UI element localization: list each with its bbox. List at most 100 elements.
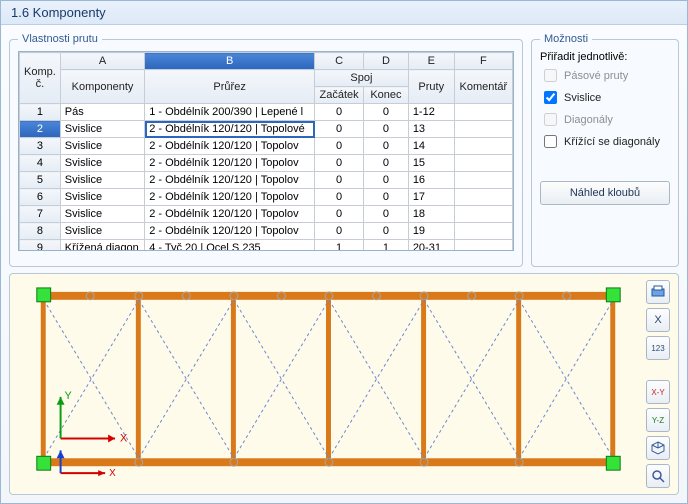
cell[interactable]: 14 (408, 138, 454, 155)
cell[interactable]: Svislice (60, 172, 144, 189)
col-letter-A[interactable]: A (60, 53, 144, 70)
cell[interactable]: Pás (60, 104, 144, 121)
cell[interactable]: 0 (315, 206, 364, 223)
cell[interactable] (454, 155, 512, 172)
row-number[interactable]: 5 (20, 172, 61, 189)
cell[interactable]: Svislice (60, 189, 144, 206)
tool-search-icon[interactable] (646, 464, 670, 488)
col-letter-B[interactable]: B (145, 53, 315, 70)
cell[interactable]: 17 (408, 189, 454, 206)
cell[interactable] (454, 121, 512, 138)
cell[interactable]: 2 - Obdélník 120/120 | Topolové (145, 121, 315, 138)
cell[interactable]: 0 (315, 104, 364, 121)
cell[interactable]: Svislice (60, 155, 144, 172)
cell[interactable] (454, 189, 512, 206)
cell[interactable]: 0 (364, 138, 409, 155)
cell[interactable]: 19 (408, 223, 454, 240)
cell[interactable]: 1 (315, 240, 364, 252)
row-number[interactable]: 9 (20, 240, 61, 252)
table-row[interactable]: 4Svislice2 - Obdélník 120/120 | Topolov0… (20, 155, 513, 172)
table-row[interactable]: 6Svislice2 - Obdélník 120/120 | Topolov0… (20, 189, 513, 206)
components-table[interactable]: Komp.č.ABCDEFKomponentyPrůřezSpojPrutyKo… (18, 51, 514, 251)
cell[interactable] (454, 206, 512, 223)
cell[interactable]: Svislice (60, 223, 144, 240)
cell[interactable]: 1 - Obdélník 200/390 | Lepené l (145, 104, 315, 121)
col-header-pruty[interactable]: Pruty (408, 70, 454, 104)
row-number[interactable]: 4 (20, 155, 61, 172)
cell[interactable]: Svislice (60, 138, 144, 155)
row-number[interactable]: 6 (20, 189, 61, 206)
tool-view-xy-icon[interactable]: X-Y (646, 380, 670, 404)
cell[interactable]: 0 (364, 189, 409, 206)
checkbox-krizici-input[interactable] (544, 135, 557, 148)
cell[interactable]: 0 (364, 104, 409, 121)
cell[interactable]: 0 (315, 121, 364, 138)
table-row[interactable]: 3Svislice2 - Obdélník 120/120 | Topolov0… (20, 138, 513, 155)
cell[interactable]: 2 - Obdélník 120/120 | Topolov (145, 189, 315, 206)
cell[interactable]: 2 - Obdélník 120/120 | Topolov (145, 206, 315, 223)
col-letter-C[interactable]: C (315, 53, 364, 70)
col-header-komponenty[interactable]: Komponenty (60, 70, 144, 104)
col-letter-D[interactable]: D (364, 53, 409, 70)
cell[interactable]: 0 (364, 223, 409, 240)
cell[interactable]: 0 (315, 223, 364, 240)
col-header-spoj[interactable]: Spoj (315, 70, 409, 87)
cell[interactable]: 1-12 (408, 104, 454, 121)
cell[interactable]: 13 (408, 121, 454, 138)
cell[interactable]: 2 - Obdélník 120/120 | Topolov (145, 138, 315, 155)
cell[interactable]: 16 (408, 172, 454, 189)
cell[interactable]: 2 - Obdélník 120/120 | Topolov (145, 172, 315, 189)
cell[interactable]: 2 - Obdélník 120/120 | Topolov (145, 223, 315, 240)
cell[interactable]: 0 (364, 206, 409, 223)
truss-preview[interactable]: X Y X (9, 273, 679, 495)
col-header-zacatek[interactable]: Začátek (315, 87, 364, 104)
row-number[interactable]: 2 (20, 121, 61, 138)
row-number[interactable]: 3 (20, 138, 61, 155)
row-number[interactable]: 7 (20, 206, 61, 223)
cell[interactable]: 1 (364, 240, 409, 252)
tool-print-icon[interactable] (646, 280, 670, 304)
cell[interactable]: 0 (315, 155, 364, 172)
cell[interactable]: 0 (364, 155, 409, 172)
cell[interactable] (454, 138, 512, 155)
cell[interactable]: 4 - Tyč 20 | Ocel S 235 (145, 240, 315, 252)
tool-x-icon[interactable]: X (646, 308, 670, 332)
table-row[interactable]: 9Křížená diagon4 - Tyč 20 | Ocel S 23511… (20, 240, 513, 252)
cell[interactable]: 18 (408, 206, 454, 223)
col-header-komentar[interactable]: Komentář (454, 70, 512, 104)
table-row[interactable]: 5Svislice2 - Obdélník 120/120 | Topolov0… (20, 172, 513, 189)
table-row[interactable]: 7Svislice2 - Obdélník 120/120 | Topolov0… (20, 206, 513, 223)
table-row[interactable]: 2Svislice2 - Obdélník 120/120 | Topolové… (20, 121, 513, 138)
col-header-prurez[interactable]: Průřez (145, 70, 315, 104)
row-number[interactable]: 8 (20, 223, 61, 240)
member-properties-legend: Vlastnosti prutu (18, 33, 102, 45)
cell[interactable]: 15 (408, 155, 454, 172)
col-letter-E[interactable]: E (408, 53, 454, 70)
cell[interactable]: Křížená diagon (60, 240, 144, 252)
col-header-konec[interactable]: Konec (364, 87, 409, 104)
cell[interactable] (454, 172, 512, 189)
cell[interactable]: Svislice (60, 121, 144, 138)
checkbox-svislice[interactable]: Svislice (540, 88, 670, 107)
table-row[interactable]: 1Pás1 - Obdélník 200/390 | Lepené l001-1… (20, 104, 513, 121)
checkbox-svislice-input[interactable] (544, 91, 557, 104)
cell[interactable]: Svislice (60, 206, 144, 223)
cell[interactable]: 2 - Obdélník 120/120 | Topolov (145, 155, 315, 172)
cell[interactable] (454, 104, 512, 121)
table-row[interactable]: 8Svislice2 - Obdélník 120/120 | Topolov0… (20, 223, 513, 240)
checkbox-krizici[interactable]: Křížící se diagonály (540, 132, 670, 151)
cell[interactable]: 0 (315, 172, 364, 189)
cell[interactable]: 0 (315, 189, 364, 206)
row-number[interactable]: 1 (20, 104, 61, 121)
tool-view-yz-icon[interactable]: Y-Z (646, 408, 670, 432)
cell[interactable]: 0 (364, 172, 409, 189)
cell[interactable]: 0 (364, 121, 409, 138)
cell[interactable] (454, 240, 512, 252)
tool-view-iso-icon[interactable] (646, 436, 670, 460)
hinge-preview-button[interactable]: Náhled kloubů (540, 181, 670, 205)
col-letter-F[interactable]: F (454, 53, 512, 70)
tool-numbers-icon[interactable]: 123 (646, 336, 670, 360)
cell[interactable] (454, 223, 512, 240)
cell[interactable]: 20-31 (408, 240, 454, 252)
cell[interactable]: 0 (315, 138, 364, 155)
